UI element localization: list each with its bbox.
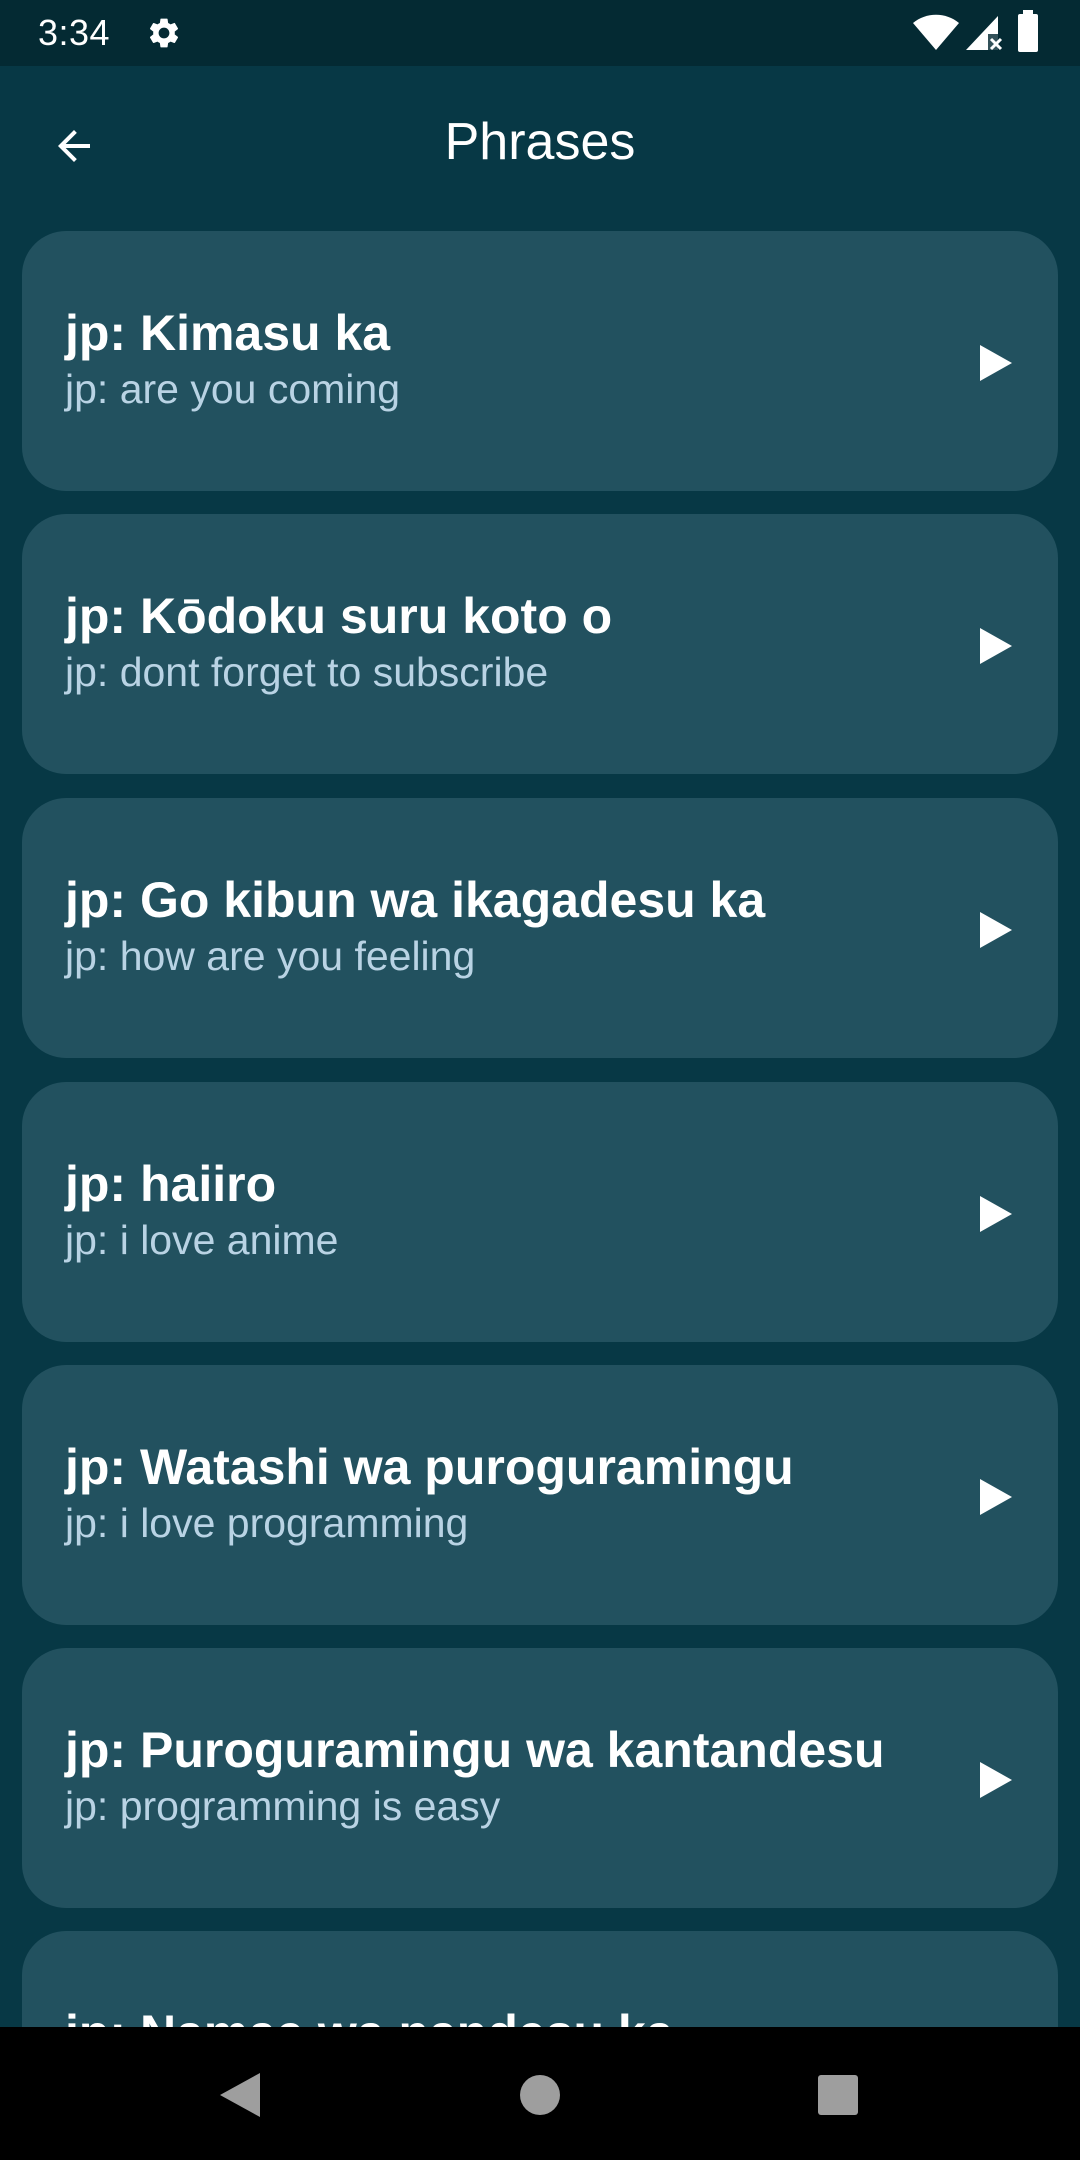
play-icon[interactable] — [978, 1760, 1014, 1800]
status-time: 3:34 — [38, 12, 111, 53]
phrase-title: jp: Namae wa nandesu ka — [65, 2003, 674, 2027]
phrase-translation: jp: i love programming — [65, 1500, 469, 1546]
phrase-card[interactable]: jp: Watashi wa puroguramingu jp: i love … — [22, 1365, 1058, 1625]
play-icon[interactable] — [978, 1477, 1014, 1517]
phrase-card[interactable]: jp: haiiro jp: i love anime — [22, 1082, 1058, 1342]
phrase-list[interactable]: jp: Kimasu ka jp: are you coming jp: Kōd… — [0, 230, 1080, 2027]
home-circle-icon — [520, 2075, 560, 2115]
recents-square-icon — [818, 2075, 858, 2115]
phrase-card[interactable]: jp: Go kibun wa ikagadesu ka jp: how are… — [22, 798, 1058, 1058]
screen: 3:34 Phrases jp: Kimasu ka jp: are you c… — [0, 0, 1080, 2160]
phrase-translation: jp: are you coming — [65, 366, 401, 412]
app-bar: Phrases — [0, 66, 1080, 220]
wifi-icon — [913, 14, 959, 50]
phrase-translation: jp: i love anime — [65, 1217, 339, 1263]
navigation-bar — [0, 2027, 1080, 2160]
back-triangle-icon — [220, 2073, 260, 2117]
phrase-title: jp: Kimasu ka — [65, 305, 391, 361]
nav-recents-button[interactable] — [800, 2057, 876, 2133]
phrase-card[interactable]: jp: Kimasu ka jp: are you coming — [22, 231, 1058, 491]
phrase-title: jp: haiiro — [65, 1156, 277, 1212]
phrase-title: jp: Go kibun wa ikagadesu ka — [65, 872, 766, 928]
phrase-title: jp: Watashi wa puroguramingu — [65, 1439, 794, 1495]
phrase-card[interactable]: jp: Puroguramingu wa kantandesu jp: prog… — [22, 1648, 1058, 1908]
signal-icon — [966, 16, 1003, 51]
nav-back-button[interactable] — [202, 2057, 278, 2133]
phrase-translation: jp: dont forget to subscribe — [65, 649, 549, 695]
phrase-translation: jp: how are you feeling — [65, 933, 476, 979]
status-bar: 3:34 — [0, 0, 1080, 66]
play-icon[interactable] — [978, 910, 1014, 950]
play-icon[interactable] — [978, 626, 1014, 666]
page-title: Phrases — [444, 113, 636, 171]
play-icon[interactable] — [978, 1194, 1014, 1234]
phrase-title: jp: Kōdoku suru koto o — [65, 588, 613, 644]
play-icon[interactable] — [978, 343, 1014, 383]
phrase-title: jp: Puroguramingu wa kantandesu — [65, 1722, 885, 1778]
phrase-card[interactable]: jp: Kōdoku suru koto o jp: dont forget t… — [22, 514, 1058, 774]
phrase-card[interactable]: jp: Namae wa nandesu ka — [22, 1931, 1058, 2027]
phrase-translation: jp: programming is easy — [65, 1783, 501, 1829]
battery-icon — [1018, 10, 1038, 52]
nav-home-button[interactable] — [502, 2057, 578, 2133]
gear-icon — [149, 18, 179, 48]
